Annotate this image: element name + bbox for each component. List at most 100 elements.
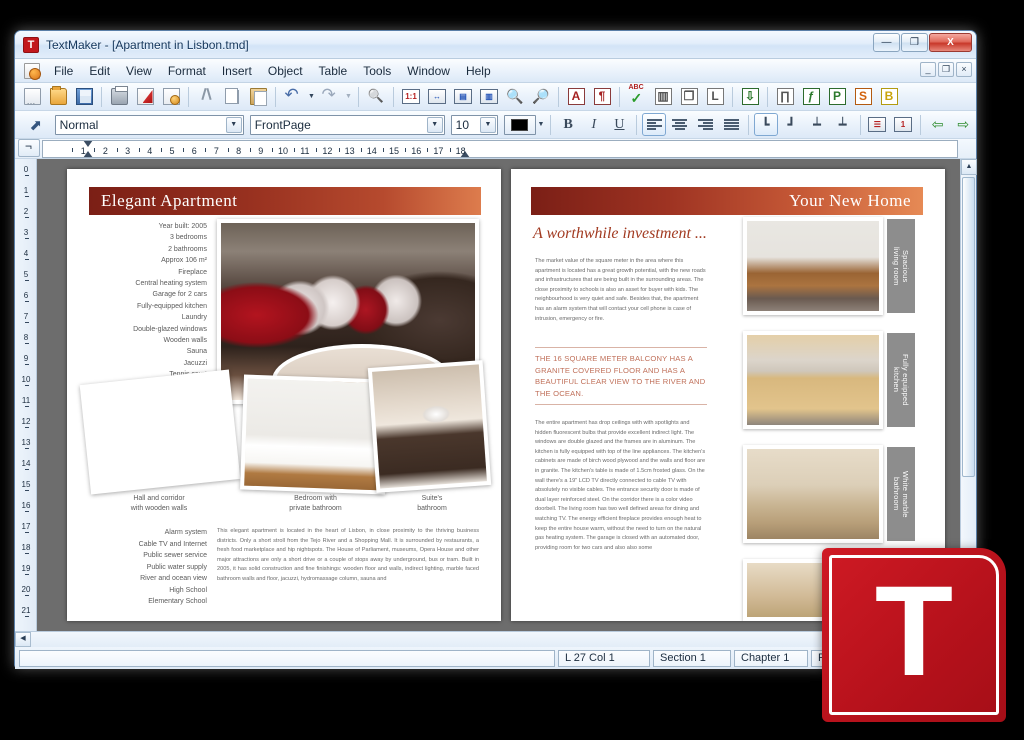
bold-button[interactable]: B [556, 113, 580, 136]
zoom-whole-page-icon[interactable]: ▤ [451, 85, 475, 108]
bullet-list-icon[interactable]: ☰ [865, 113, 889, 136]
increase-indent-icon[interactable]: ⇨ [951, 113, 975, 136]
bathroom-thumb-image [747, 449, 879, 539]
menu-file[interactable]: File [46, 61, 81, 81]
print-icon[interactable] [107, 85, 131, 108]
ruler-tick: 9 [23, 354, 29, 363]
spell-check-icon[interactable] [625, 84, 649, 108]
zoom-in-icon[interactable]: 🔍 [503, 85, 527, 108]
paste-icon[interactable] [246, 85, 270, 108]
undo-dropdown-icon[interactable]: ▼ [306, 85, 317, 108]
character-style-combo[interactable]: FrontPage ▼ [249, 114, 445, 135]
tab-center-icon[interactable]: ┷ [805, 113, 829, 136]
menu-tools[interactable]: Tools [355, 61, 399, 81]
font-color-button[interactable] [503, 114, 536, 135]
ruler-minor-tick [449, 148, 451, 152]
suite-bathroom-photo[interactable] [367, 360, 492, 493]
document-page-1[interactable]: Elegant Apartment Year built: 2005 3 bed… [67, 169, 501, 621]
menu-help[interactable]: Help [458, 61, 499, 81]
function-icon[interactable]: ƒ [799, 85, 823, 108]
ruler-minor-tick [25, 511, 29, 512]
new-document-icon[interactable] [20, 85, 44, 108]
chapter-indicator[interactable]: Chapter 1 [734, 649, 808, 667]
cut-icon[interactable] [194, 85, 218, 108]
export-pdf-icon[interactable] [133, 85, 157, 108]
select-pointer-icon[interactable]: ⬈ [24, 113, 48, 136]
align-justify-icon[interactable] [719, 113, 743, 136]
chevron-down-icon[interactable]: ▼ [225, 116, 242, 133]
menu-object[interactable]: Object [260, 61, 311, 81]
character-format-icon[interactable]: A [564, 85, 588, 108]
align-center-icon[interactable] [668, 113, 692, 136]
bathroom-thumb-caption: White marble bathroom [887, 447, 915, 541]
copy-icon[interactable] [220, 85, 244, 108]
vertical-scroll-thumb[interactable] [962, 177, 975, 477]
ruler-tick: 11 [21, 396, 31, 405]
zoom-page-width-icon[interactable]: ↔ [425, 85, 449, 108]
print-preview-icon[interactable] [159, 85, 183, 108]
menu-table[interactable]: Table [311, 61, 356, 81]
menu-view[interactable]: View [118, 61, 160, 81]
decrease-indent-icon[interactable]: ⇦ [926, 113, 950, 136]
find-icon[interactable] [364, 85, 388, 108]
open-folder-icon[interactable] [46, 85, 70, 108]
italic-button[interactable]: I [582, 113, 606, 136]
menu-insert[interactable]: Insert [214, 61, 260, 81]
ruler-minor-tick [25, 238, 29, 239]
menu-format[interactable]: Format [160, 61, 214, 81]
planmaker-icon[interactable]: S [851, 85, 875, 108]
section-indicator[interactable]: Section 1 [653, 649, 731, 667]
paragraph-format-icon[interactable]: ¶ [590, 85, 614, 108]
formula-icon[interactable]: ∏ [773, 85, 797, 108]
cursor-position-indicator[interactable]: L 27 Col 1 [558, 649, 650, 667]
tab-right-icon[interactable]: ┛ [780, 113, 804, 136]
menu-window[interactable]: Window [399, 61, 458, 81]
presentations-icon[interactable]: P [825, 85, 849, 108]
underline-button[interactable]: U [608, 113, 632, 136]
align-left-icon[interactable] [642, 113, 666, 136]
tab-decimal-icon[interactable]: ┷ [831, 113, 855, 136]
basic-label: B [880, 88, 898, 105]
tab-stop-selector-icon[interactable] [18, 139, 40, 157]
align-right-icon[interactable] [694, 113, 718, 136]
paragraph-style-combo[interactable]: Normal ▼ [54, 114, 244, 135]
redo-icon[interactable] [318, 85, 342, 108]
chevron-down-icon[interactable]: ▼ [426, 116, 443, 133]
font-size-combo[interactable]: 10 ▼ [450, 114, 498, 135]
scroll-up-icon[interactable]: ▲ [961, 159, 977, 175]
save-icon[interactable] [72, 85, 96, 108]
textmaker-brand-logo: T [822, 548, 1006, 722]
basic-icon[interactable]: B [877, 85, 901, 108]
hall-corridor-photo[interactable] [79, 369, 241, 495]
undo-icon[interactable] [281, 85, 305, 108]
chevron-down-icon[interactable]: ▼ [479, 116, 496, 133]
horizontal-ruler[interactable]: 1 2 3 4 5 6 7 8 9 10 11 12 13 14 15 16 17 18 [42, 140, 958, 158]
chart-icon[interactable]: ▥ [651, 85, 675, 108]
minimize-button[interactable]: — [873, 33, 900, 52]
zoom-percent-icon[interactable]: 🔎 [529, 85, 553, 108]
numbered-list-icon[interactable]: 1 [891, 113, 915, 136]
living-room-thumb[interactable] [743, 217, 883, 315]
menu-edit[interactable]: Edit [81, 61, 118, 81]
object-order-icon[interactable]: ❐ [677, 85, 701, 108]
zoom-100-icon[interactable]: 1:1 [399, 85, 423, 108]
vertical-ruler[interactable]: 0 1 2 3 4 5 6 7 8 9 10 11 12 13 14 15 16 17 18 19 20 21 [15, 159, 37, 631]
bathroom-thumb[interactable] [743, 445, 883, 543]
close-button[interactable]: X [929, 33, 972, 52]
import-icon[interactable]: ⇩ [738, 85, 762, 108]
text-frame-icon[interactable]: L [703, 85, 727, 108]
mdi-restore-button[interactable]: ❐ [938, 62, 954, 77]
list-item: Alarm system [164, 529, 207, 536]
font-color-dropdown-icon[interactable]: ▼ [536, 113, 547, 136]
bedroom-photo[interactable] [240, 374, 389, 495]
list-item: Public water supply [146, 563, 207, 571]
kitchen-thumb[interactable] [743, 331, 883, 429]
ruler-minor-tick [25, 301, 29, 302]
maximize-button[interactable]: ❐ [901, 33, 928, 52]
scroll-left-icon[interactable]: ◀ [15, 632, 31, 647]
mdi-close-button[interactable]: × [956, 62, 972, 77]
mdi-minimize-button[interactable]: _ [920, 62, 936, 77]
redo-dropdown-icon[interactable]: ▼ [343, 85, 354, 108]
tab-left-icon[interactable]: ┗ [753, 113, 778, 136]
zoom-two-pages-icon[interactable]: ▥ [477, 85, 501, 108]
